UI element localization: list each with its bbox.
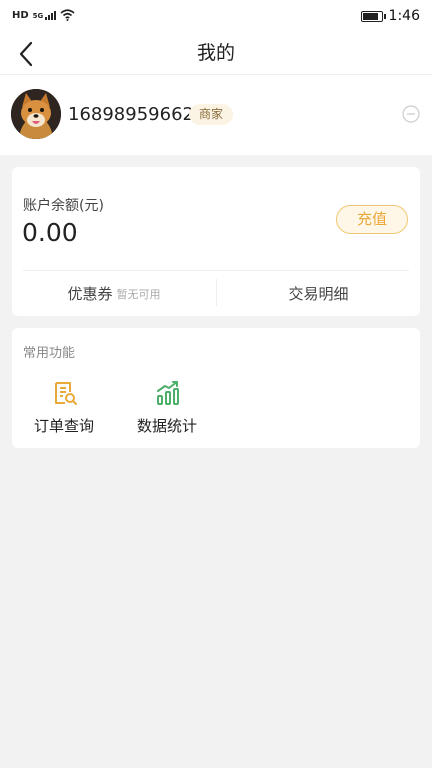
profile-header: 16898959662 商家 (0, 75, 432, 155)
avatar[interactable] (11, 89, 61, 139)
transactions-link[interactable]: 交易明细 (217, 271, 420, 316)
chart-trend-icon (157, 381, 179, 405)
functions-card: 常用功能 订单查询 数据统计 (12, 328, 420, 448)
wifi-icon (60, 9, 75, 21)
order-query-label: 订单查询 (33, 417, 94, 435)
balance-card: 账户余额(元) 0.00 充值 优惠券 暂无可用 交易明细 (12, 167, 420, 316)
signal-type-label: 5G (32, 11, 44, 20)
coupon-link[interactable]: 优惠券 暂无可用 (12, 271, 216, 316)
recharge-button[interactable]: 充值 (336, 205, 408, 234)
order-query-item[interactable]: 订单查询 (16, 378, 112, 438)
status-right: 1:46 (360, 8, 420, 24)
coupon-status: 暂无可用 (116, 287, 161, 301)
network-type-label: HD (12, 9, 29, 21)
status-left: HD 5G (12, 9, 75, 21)
page-title: 我的 (196, 42, 235, 64)
signal-icon: 5G (32, 10, 57, 20)
coupon-label: 优惠券 (67, 285, 113, 303)
nav-bar: 我的 (0, 34, 432, 75)
section-title: 常用功能 (23, 346, 76, 361)
merchant-badge: 商家 (189, 104, 234, 125)
status-bar: HD 5G 1:46 (0, 0, 432, 34)
balance-label: 账户余额(元) (23, 198, 104, 214)
order-search-icon (55, 382, 77, 405)
battery-icon (360, 10, 386, 22)
user-phone: 16898959662 (68, 104, 194, 125)
minus-circle-icon (402, 105, 420, 123)
balance-value: 0.00 (22, 218, 78, 247)
status-time: 1:46 (388, 8, 420, 24)
data-stats-item[interactable]: 数据统计 (119, 378, 215, 438)
profile-action-button[interactable] (402, 105, 420, 123)
data-stats-label: 数据统计 (136, 417, 197, 435)
dog-avatar-image (11, 89, 61, 139)
